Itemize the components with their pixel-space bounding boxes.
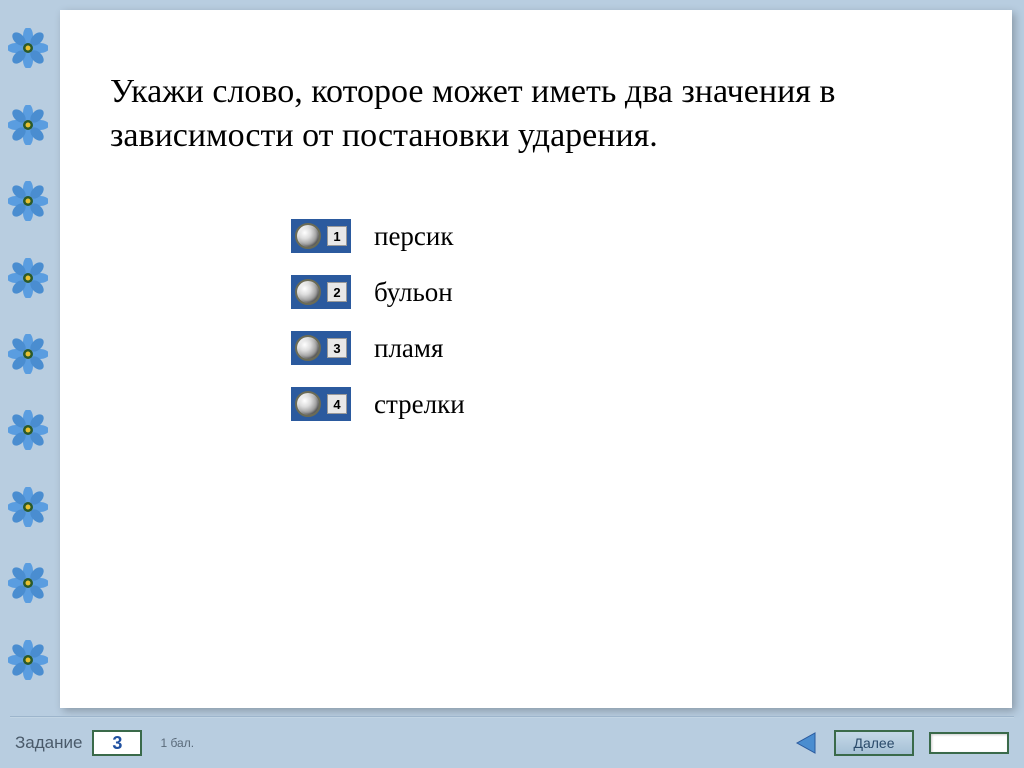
option-label: пламя: [374, 333, 443, 364]
option-number: 4: [327, 394, 347, 414]
flower-icon: [8, 563, 48, 603]
option-number: 3: [327, 338, 347, 358]
option-button-4[interactable]: 4: [290, 386, 352, 422]
points-label: 1 бал.: [160, 736, 194, 750]
option-row: 3 пламя: [290, 330, 962, 366]
prev-arrow-button[interactable]: [793, 730, 819, 756]
footer: Задание 3 1 бал. Далее: [0, 718, 1024, 768]
flower-icon: [8, 334, 48, 374]
option-button-2[interactable]: 2: [290, 274, 352, 310]
flower-icon: [8, 258, 48, 298]
option-row: 4 стрелки: [290, 386, 962, 422]
option-label: бульон: [374, 277, 453, 308]
flower-icon: [8, 105, 48, 145]
task-label: Задание: [15, 733, 82, 753]
radio-icon: [295, 223, 321, 249]
option-label: персик: [374, 221, 453, 252]
triangle-left-icon: [793, 730, 819, 756]
question-text: Укажи слово, которое может иметь два зна…: [110, 70, 962, 158]
slide-content: Укажи слово, которое может иметь два зна…: [60, 10, 1012, 708]
flower-icon: [8, 28, 48, 68]
progress-box: [929, 732, 1009, 754]
option-button-1[interactable]: 1: [290, 218, 352, 254]
flower-icon: [8, 181, 48, 221]
radio-icon: [295, 391, 321, 417]
option-number: 1: [327, 226, 347, 246]
options-group: 1 персик 2 бульон 3 пламя 4 стрелки: [290, 218, 962, 422]
option-label: стрелки: [374, 389, 465, 420]
option-row: 1 персик: [290, 218, 962, 254]
radio-icon: [295, 279, 321, 305]
option-row: 2 бульон: [290, 274, 962, 310]
flower-icon: [8, 640, 48, 680]
next-button[interactable]: Далее: [834, 730, 914, 756]
task-number: 3: [92, 730, 142, 756]
decorative-sidebar: [0, 0, 55, 768]
radio-icon: [295, 335, 321, 361]
option-button-3[interactable]: 3: [290, 330, 352, 366]
flower-icon: [8, 410, 48, 450]
flower-icon: [8, 487, 48, 527]
option-number: 2: [327, 282, 347, 302]
